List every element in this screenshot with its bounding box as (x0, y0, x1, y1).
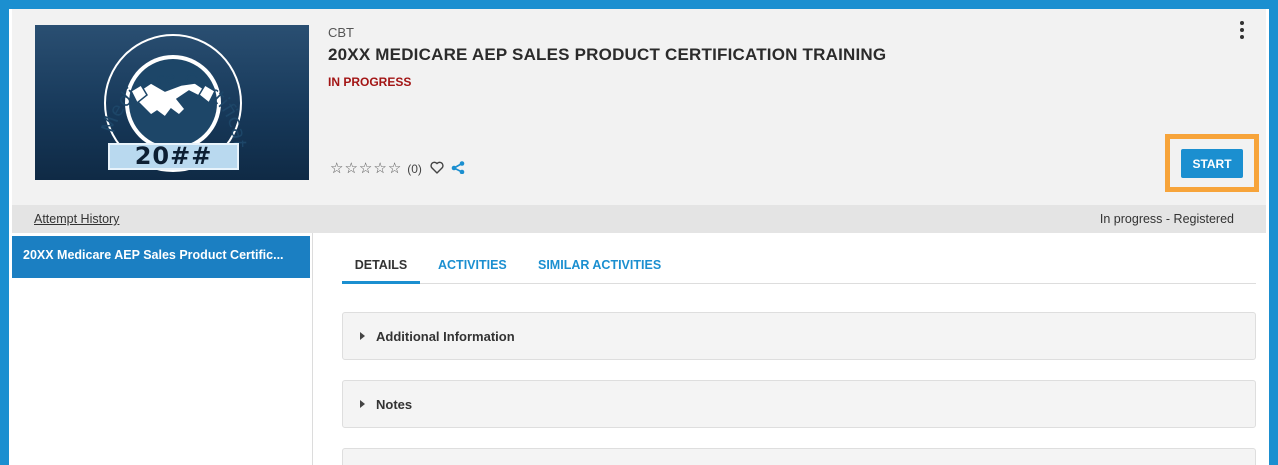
star-icon[interactable]: ☆ (359, 161, 372, 176)
additional-information-panel[interactable]: Additional Information (342, 312, 1256, 360)
course-title: 20XX MEDICARE AEP SALES PRODUCT CERTIFIC… (328, 45, 887, 64)
heart-icon[interactable] (430, 161, 444, 177)
sidebar-divider (312, 233, 313, 465)
kebab-menu-icon[interactable] (1238, 21, 1246, 39)
star-icon[interactable]: ☆ (330, 161, 343, 176)
rating-count: (0) (407, 162, 422, 176)
start-button[interactable]: START (1181, 149, 1243, 178)
badge-year: 20## (108, 143, 239, 170)
star-icon[interactable]: ☆ (344, 161, 357, 176)
attempt-bar: Attempt History In progress - Registered (12, 205, 1266, 233)
share-icon[interactable] (451, 161, 465, 177)
star-icon[interactable]: ☆ (388, 161, 401, 176)
panel-title: Notes (376, 397, 413, 412)
tab-details[interactable]: DETAILS (342, 258, 420, 284)
course-type: CBT (328, 25, 354, 40)
collapsed-panel[interactable] (342, 448, 1256, 465)
caret-right-icon (360, 332, 365, 340)
tab-similar-activities[interactable]: SIMILAR ACTIVITIES (538, 258, 661, 281)
attempt-history-link[interactable]: Attempt History (34, 212, 119, 226)
panel-title: Additional Information (376, 329, 515, 344)
course-header: AEP Medicare Certification 20## CBT 20XX… (12, 9, 1266, 205)
tab-activities[interactable]: ACTIVITIES (438, 258, 507, 281)
notes-panel[interactable]: Notes (342, 380, 1256, 428)
rating-row: ☆ ☆ ☆ ☆ ☆ (0) (330, 161, 465, 177)
caret-right-icon (360, 400, 365, 408)
star-rating[interactable]: ☆ ☆ ☆ ☆ ☆ (330, 161, 401, 176)
registration-status: In progress - Registered (1099, 212, 1234, 226)
course-status: IN PROGRESS (328, 75, 412, 89)
star-icon[interactable]: ☆ (373, 161, 386, 176)
sidebar-item-course[interactable]: 20XX Medicare AEP Sales Product Certific… (12, 236, 310, 278)
course-thumbnail: AEP Medicare Certification 20## (35, 25, 309, 180)
tab-bar: DETAILS ACTIVITIES SIMILAR ACTIVITIES (342, 248, 1256, 284)
start-button-highlight: START (1165, 134, 1259, 192)
